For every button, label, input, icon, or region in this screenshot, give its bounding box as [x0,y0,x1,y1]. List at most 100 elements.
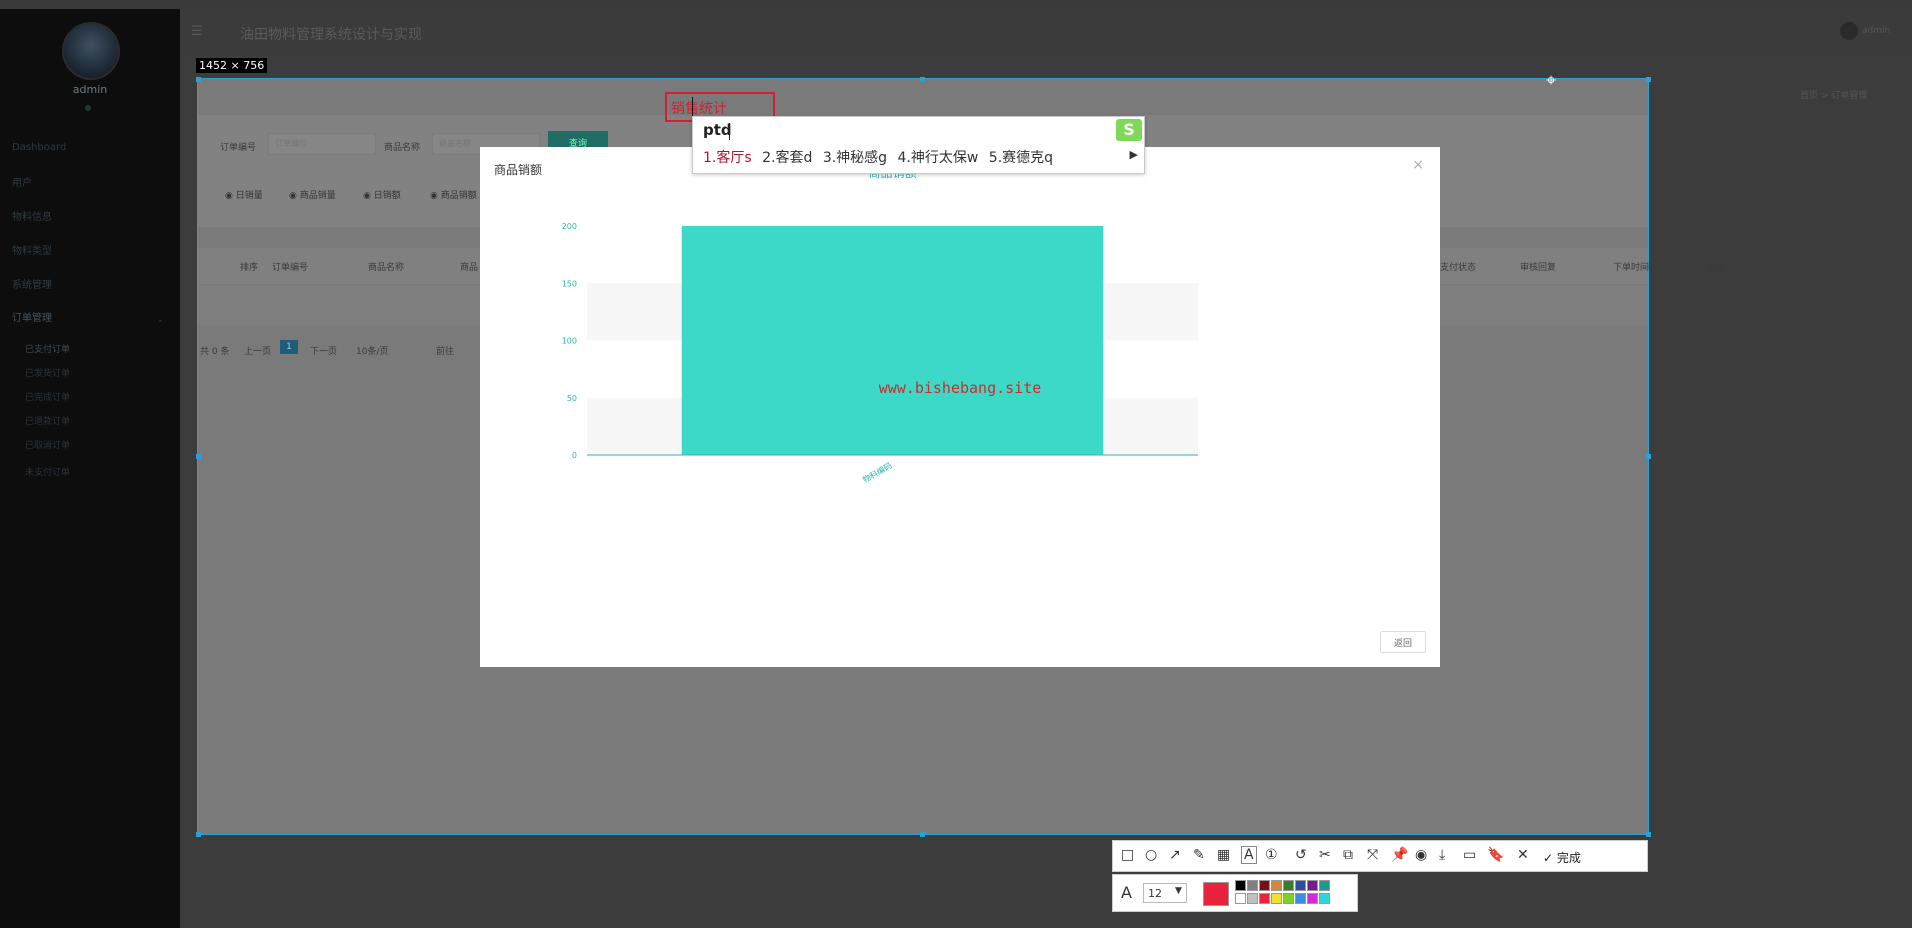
color-swatch[interactable] [1319,893,1330,904]
crop-icon[interactable]: ✂ [1319,847,1331,863]
ime-typed-text: ptd [703,121,732,139]
ellipse-icon[interactable]: ○ [1145,847,1157,863]
ime-candidate[interactable]: 4.神行太保w [898,150,979,166]
top-header [180,9,1912,55]
column-header[interactable]: 审核回复 [1520,260,1556,273]
ime-candidates: 1.客厅s 2.客套d 3.神秘感g 4.神行太保w 5.赛德克q [703,147,1059,167]
sidebar-item-material-type[interactable]: 物料类型 [12,242,52,257]
pager-current-page[interactable]: 1 [280,340,298,354]
ime-candidate[interactable]: 1.客厅s [703,150,752,166]
column-header[interactable]: 支付状态 [1440,260,1476,273]
sidebar-item-material[interactable]: 物料信息 [12,208,52,223]
pin-icon[interactable]: 📌 [1391,847,1408,863]
resize-handle[interactable] [1646,454,1651,459]
scroll-capture-icon[interactable]: ⤧ [1367,847,1378,863]
column-header[interactable]: 商品名称 [368,260,404,273]
pager-prev[interactable]: 上一页 [244,344,271,357]
column-header[interactable]: 排序 [240,260,258,273]
chevron-down-icon[interactable]: ▼ [1175,886,1182,896]
bar-chart: 050100150200物料编码商品销额www.bishebang.site [562,165,1198,485]
sidebar-subitem-refunded[interactable]: 已退款订单 [25,414,70,427]
text-icon[interactable]: A [1241,846,1257,864]
order-no-label: 订单编号 [220,143,257,153]
arrow-icon[interactable]: ↗ [1169,847,1181,863]
header-username[interactable]: admin [1862,26,1890,36]
close-icon[interactable]: ✕ [1517,847,1529,863]
color-swatch[interactable] [1247,880,1258,891]
avatar[interactable] [62,22,120,80]
sidebar-item-system[interactable]: 系统管理 [12,276,52,291]
save-icon[interactable]: ▭ [1463,847,1476,863]
sidebar-subitem-cancelled[interactable]: 已取消订单 [25,438,70,451]
color-swatch[interactable] [1295,880,1306,891]
bookmark-icon[interactable]: 🔖 [1487,847,1504,863]
ime-caret [729,123,730,140]
resize-handle[interactable] [196,77,201,82]
column-header[interactable]: 订单编号 [272,260,308,273]
mosaic-icon[interactable]: ▦ [1217,847,1230,863]
color-swatch[interactable] [1271,880,1282,891]
color-swatch[interactable] [1283,880,1294,891]
sidebar-subitem-shipped[interactable]: 已发货订单 [25,366,70,379]
breadcrumb[interactable]: 首页 > 订单管理 [1800,88,1867,101]
sidebar-item-orders[interactable]: 订单管理 [12,309,52,324]
color-swatch[interactable] [1295,893,1306,904]
radio-label: 日销额 [373,191,401,201]
sidebar-subitem-unpaid[interactable]: 未支付订单 [25,465,70,478]
back-button[interactable]: 返回 [1380,631,1426,653]
radio-daily-amount[interactable]: ◉ 日销额 [363,188,401,201]
pen-icon[interactable]: ✎ [1193,847,1205,863]
download-icon[interactable]: ⤓ [1439,847,1445,863]
radio-label: 商品销额 [440,191,477,201]
font-icon: A [1121,883,1132,902]
resize-handle[interactable] [196,454,201,459]
rectangle-icon[interactable]: □ [1121,847,1134,863]
y-tick-label: 200 [562,222,577,231]
sidebar: admin Dashboard 用户 物料信息 物料类型 系统管理 订单管理 ⌃… [0,9,180,928]
resize-handle[interactable] [1646,77,1651,82]
color-swatch[interactable] [1235,880,1246,891]
resize-handle[interactable] [920,832,925,837]
color-swatch[interactable] [1259,880,1270,891]
y-tick-label: 100 [562,337,577,346]
column-header[interactable]: 下单时间 [1613,260,1649,273]
user-avatar[interactable] [1840,22,1858,40]
record-icon[interactable]: ◉ [1415,847,1427,863]
pager-next[interactable]: 下一页 [310,344,337,357]
radio-goods-volume[interactable]: ◉ 商品销量 [289,188,336,201]
ime-candidate[interactable]: 2.客套d [762,150,812,166]
sidebar-subitem-completed[interactable]: 已完成订单 [25,390,70,403]
order-no-input[interactable] [268,133,376,155]
next-page-arrow-icon[interactable]: ▶ [1130,148,1138,161]
ime-candidate[interactable]: 3.神秘感g [823,150,887,166]
color-swatch[interactable] [1319,880,1330,891]
column-header[interactable]: 商品 [460,260,478,273]
number-icon[interactable]: ① [1265,847,1278,863]
resize-handle[interactable] [920,77,925,82]
undo-icon[interactable]: ↺ [1295,847,1307,863]
color-swatch[interactable] [1283,893,1294,904]
radio-daily-volume[interactable]: ◉ 日销量 [225,188,263,201]
resize-handle[interactable] [1646,832,1651,837]
ocr-icon[interactable]: ⧉ [1343,847,1353,863]
color-swatch[interactable] [1307,880,1318,891]
menu-toggle-icon[interactable]: ☰ [191,24,203,39]
online-status-dot [85,105,91,111]
color-swatch[interactable] [1259,893,1270,904]
color-swatch[interactable] [1247,893,1258,904]
sidebar-item-dashboard[interactable]: Dashboard [12,142,66,153]
color-swatch[interactable] [1307,893,1318,904]
pager-page-size[interactable]: 10条/页 [356,344,389,357]
done-label: 完成 [1556,851,1581,865]
ime-candidate[interactable]: 5.赛德克q [989,150,1053,166]
radio-goods-amount[interactable]: ◉ 商品销额 [430,188,477,201]
sidebar-subitem-paid[interactable]: 已支付订单 [25,342,70,355]
resize-handle[interactable] [196,832,201,837]
color-swatch[interactable] [1271,893,1282,904]
radio-label: 商品销量 [299,191,336,201]
done-button[interactable]: ✓ 完成 [1543,849,1581,866]
current-color-swatch[interactable] [1203,882,1229,906]
sidebar-item-users[interactable]: 用户 [12,174,32,189]
color-swatch[interactable] [1235,893,1246,904]
chevron-up-icon: ⌃ [156,319,165,330]
